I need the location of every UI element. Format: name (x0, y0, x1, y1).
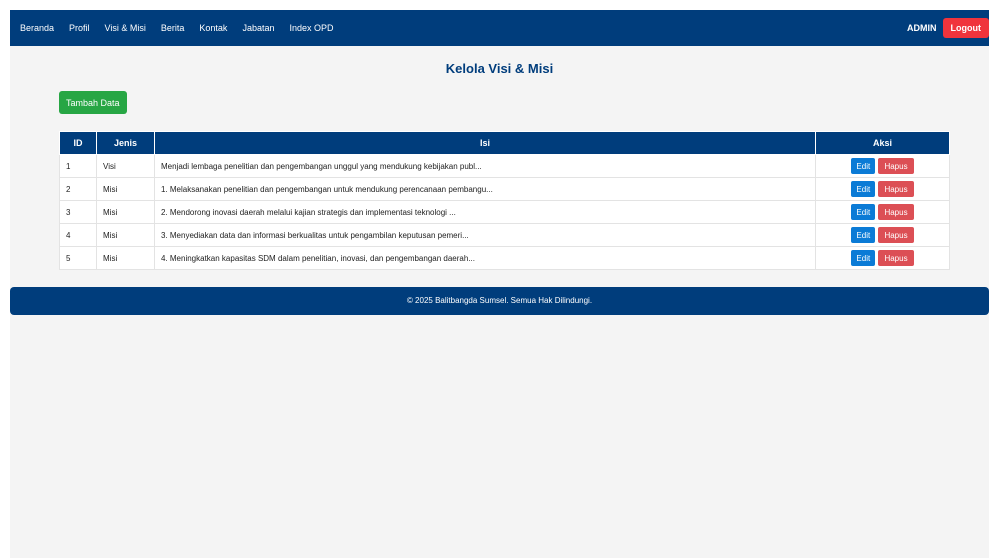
cell-isi: 1. Melaksanakan penelitian dan pengemban… (154, 177, 816, 201)
user-label: ADMIN (907, 23, 937, 33)
cell-aksi: Edit Hapus (815, 223, 950, 247)
cell-isi: 4. Meningkatkan kapasitas SDM dalam pene… (154, 246, 816, 270)
navbar: Beranda Profil Visi & Misi Berita Kontak… (10, 10, 989, 46)
table-row: 5 Misi 4. Meningkatkan kapasitas SDM dal… (59, 246, 950, 270)
logout-button[interactable]: Logout (942, 18, 989, 38)
delete-button[interactable]: Hapus (878, 250, 914, 266)
cell-id: 3 (59, 200, 97, 224)
table-header-row: ID Jenis Isi Aksi (59, 131, 950, 155)
visi-misi-table: ID Jenis Isi Aksi 1 Visi Menjadi lembaga… (59, 131, 950, 270)
cell-jenis: Misi (96, 200, 155, 224)
delete-button[interactable]: Hapus (878, 181, 914, 197)
table-row: 4 Misi 3. Menyediakan data dan informasi… (59, 223, 950, 247)
edit-button[interactable]: Edit (851, 181, 876, 197)
cell-jenis: Visi (96, 154, 155, 178)
nav-link-profil[interactable]: Profil (69, 23, 90, 33)
add-data-button[interactable]: Tambah Data (59, 91, 127, 114)
footer: © 2025 Balitbangda Sumsel. Semua Hak Dil… (10, 287, 989, 315)
table-row: 3 Misi 2. Mendorong inovasi daerah melal… (59, 200, 950, 224)
cell-jenis: Misi (96, 223, 155, 247)
cell-jenis: Misi (96, 177, 155, 201)
page-title: Kelola Visi & Misi (445, 61, 554, 76)
nav-user-area: ADMIN Logout (907, 10, 989, 46)
page-container: Beranda Profil Visi & Misi Berita Kontak… (10, 10, 989, 558)
cell-isi: Menjadi lembaga penelitian dan pengemban… (154, 154, 816, 178)
cell-aksi: Edit Hapus (815, 200, 950, 224)
footer-copyright: © 2025 Balitbangda Sumsel. Semua Hak Dil… (406, 296, 593, 305)
nav-links: Beranda Profil Visi & Misi Berita Kontak… (20, 23, 349, 33)
table-row: 2 Misi 1. Melaksanakan penelitian dan pe… (59, 177, 950, 201)
edit-button[interactable]: Edit (851, 227, 876, 243)
nav-link-beranda[interactable]: Beranda (20, 23, 54, 33)
edit-button[interactable]: Edit (851, 204, 876, 220)
header-aksi: Aksi (815, 131, 950, 155)
table-row: 1 Visi Menjadi lembaga penelitian dan pe… (59, 154, 950, 178)
table-header: ID Jenis Isi Aksi (59, 131, 950, 155)
header-id: ID (59, 131, 97, 155)
cell-isi: 2. Mendorong inovasi daerah melalui kaji… (154, 200, 816, 224)
cell-id: 2 (59, 177, 97, 201)
cell-id: 1 (59, 154, 97, 178)
header-isi: Isi (154, 131, 816, 155)
cell-isi: 3. Menyediakan data dan informasi berkua… (154, 223, 816, 247)
nav-link-visi-misi[interactable]: Visi & Misi (105, 23, 146, 33)
cell-id: 4 (59, 223, 97, 247)
delete-button[interactable]: Hapus (878, 158, 914, 174)
edit-button[interactable]: Edit (851, 158, 876, 174)
cell-jenis: Misi (96, 246, 155, 270)
delete-button[interactable]: Hapus (878, 227, 914, 243)
cell-aksi: Edit Hapus (815, 177, 950, 201)
delete-button[interactable]: Hapus (878, 204, 914, 220)
nav-link-berita[interactable]: Berita (161, 23, 185, 33)
cell-id: 5 (59, 246, 97, 270)
nav-link-jabatan[interactable]: Jabatan (242, 23, 274, 33)
cell-aksi: Edit Hapus (815, 246, 950, 270)
nav-link-index-opd[interactable]: Index OPD (289, 23, 333, 33)
header-jenis: Jenis (96, 131, 155, 155)
table-body: 1 Visi Menjadi lembaga penelitian dan pe… (59, 154, 950, 270)
nav-link-kontak[interactable]: Kontak (199, 23, 227, 33)
edit-button[interactable]: Edit (851, 250, 876, 266)
cell-aksi: Edit Hapus (815, 154, 950, 178)
